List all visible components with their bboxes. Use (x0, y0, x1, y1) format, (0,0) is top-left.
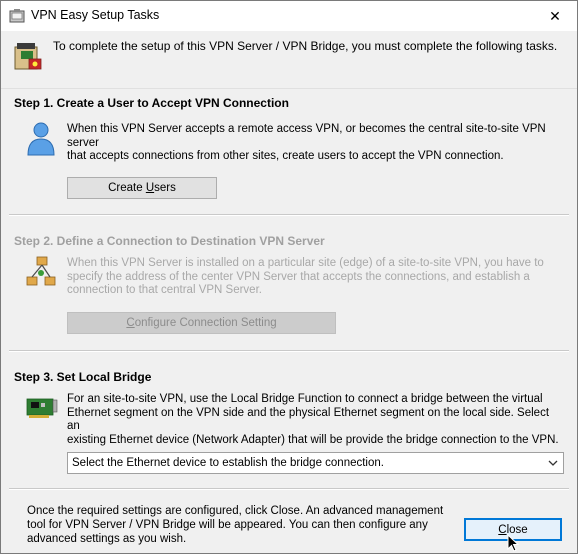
step2-desc-line3: connection to that central VPN Server. (67, 284, 262, 296)
create-users-label-post: sers (154, 182, 176, 194)
step1-desc-line1: When this VPN Server accepts a remote ac… (67, 123, 546, 149)
close-label-accel: C (498, 523, 507, 536)
step3-desc-line3: existing Ethernet device (Network Adapte… (67, 433, 559, 446)
window-close-button[interactable]: ✕ (533, 1, 577, 31)
step1-desc-line2: that accepts connections from other site… (67, 150, 504, 162)
footer-line2: tool for VPN Server / VPN Bridge will be… (27, 519, 428, 531)
step2-desc-line2: specify the address of the center VPN Se… (67, 270, 530, 283)
step2-title: Step 2. Define a Connection to Destinati… (14, 234, 325, 248)
separator-2 (9, 350, 569, 352)
ethernet-device-select-value: Select the Ethernet device to establish … (72, 457, 384, 469)
create-users-label-accel: U (145, 182, 155, 194)
configure-connection-label-accel: C (126, 317, 135, 329)
configure-connection-label-post: onfigure Connection Setting (134, 317, 277, 329)
footer-line3: advanced settings as you wish. (27, 533, 187, 545)
footer-line1: Once the required settings are configure… (27, 505, 444, 517)
ethernet-device-select[interactable]: Select the Ethernet device to establish … (67, 452, 564, 474)
network-adapter-icon (26, 398, 58, 418)
step3-description: For an site-to-site VPN, use the Local B… (67, 393, 561, 447)
chevron-down-icon (548, 460, 558, 466)
separator-1 (9, 214, 569, 216)
configure-connection-button[interactable]: Configure Connection Setting (67, 312, 336, 334)
step3-desc-line1: For an site-to-site VPN, use the Local B… (67, 393, 543, 405)
create-users-button[interactable]: Create Users (67, 177, 217, 199)
step3-desc-line2: Ethernet segment on the VPN side and the… (67, 406, 550, 433)
header-band: To complete the setup of this VPN Server… (1, 31, 577, 89)
window-title: VPN Easy Setup Tasks (31, 8, 160, 22)
site-connection-icon (26, 256, 56, 286)
user-icon (27, 122, 55, 156)
footer-instructions: Once the required settings are configure… (27, 504, 447, 546)
header-instructions: To complete the setup of this VPN Server… (53, 39, 558, 53)
server-setup-icon (14, 43, 42, 70)
create-users-label-pre: Create (108, 182, 146, 194)
title-bar: VPN Easy Setup Tasks ✕ (1, 1, 577, 31)
step3-title: Step 3. Set Local Bridge (14, 370, 152, 384)
step1-title: Step 1. Create a User to Accept VPN Conn… (14, 96, 289, 110)
step2-desc-line1: When this VPN Server is installed on a p… (67, 257, 544, 269)
vpn-easy-setup-window: VPN Easy Setup Tasks ✕ To complete the s… (0, 0, 578, 554)
app-icon (9, 9, 25, 23)
step1-description: When this VPN Server accepts a remote ac… (67, 123, 561, 164)
separator-3 (9, 488, 569, 490)
step2-description: When this VPN Server is installed on a p… (67, 257, 561, 298)
close-icon: ✕ (549, 7, 561, 24)
mouse-cursor-icon (507, 534, 520, 552)
